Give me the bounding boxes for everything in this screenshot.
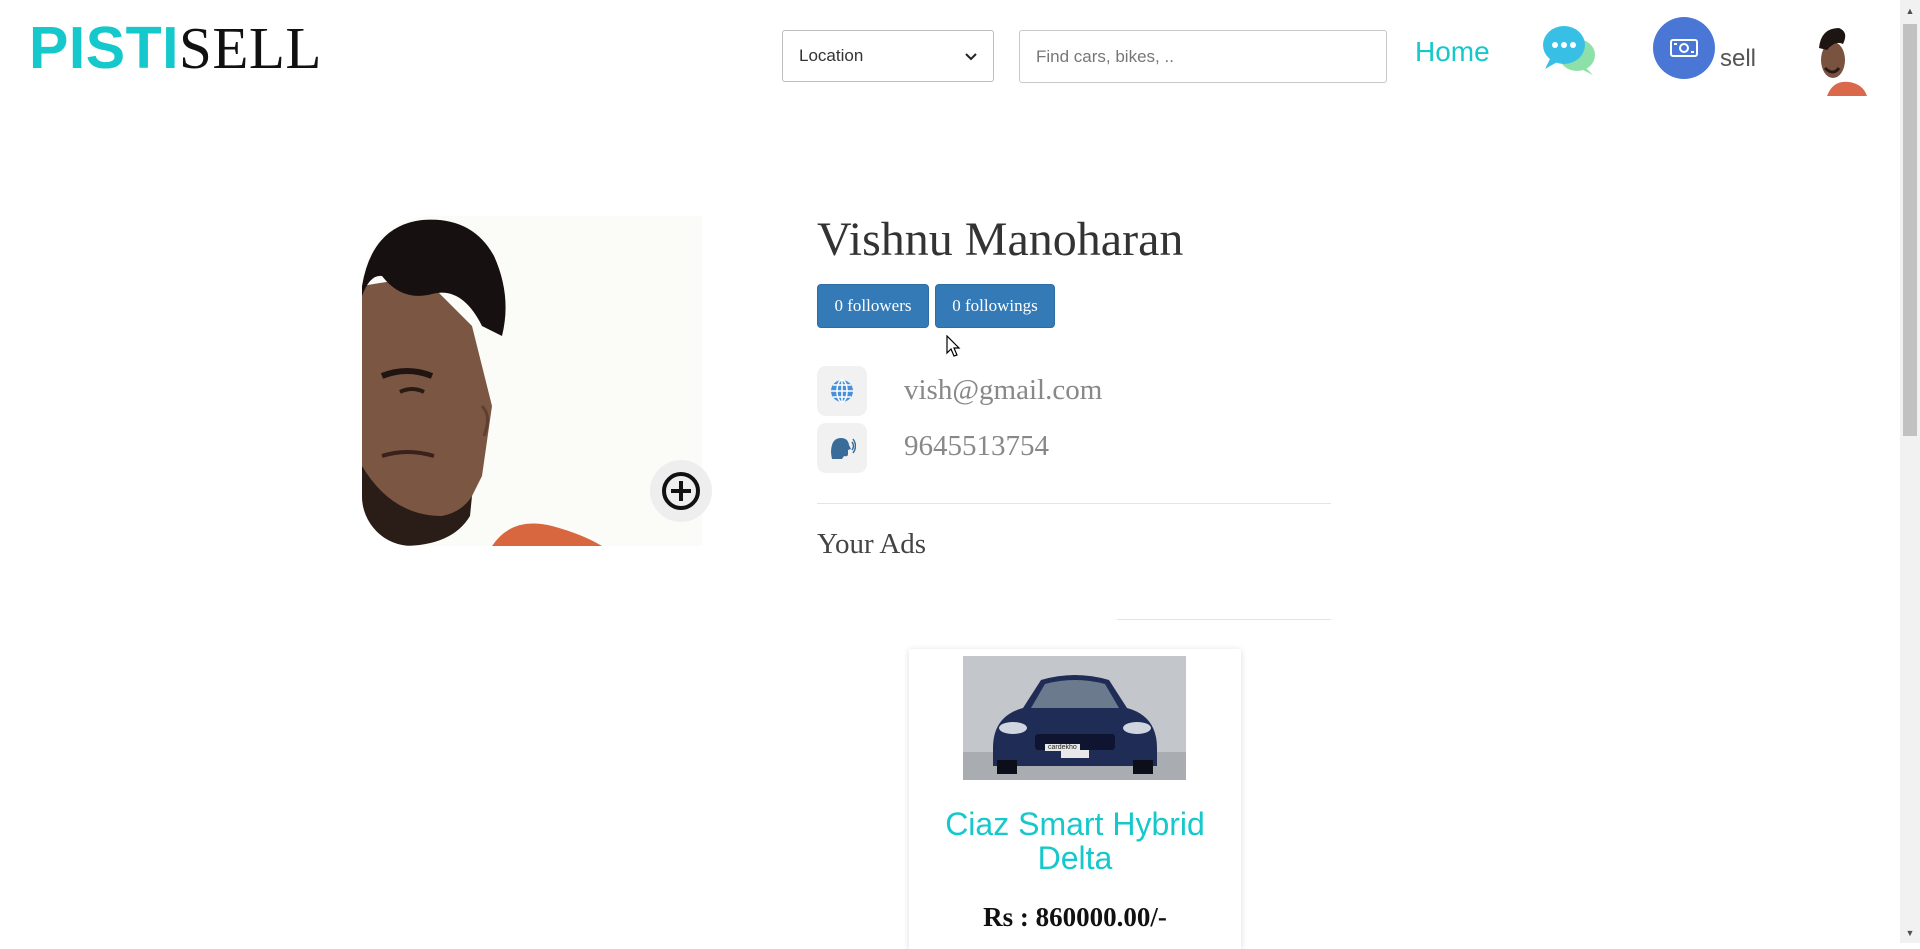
scroll-down-arrow[interactable]: ▼ — [1900, 924, 1920, 941]
sell-link[interactable]: sell — [1720, 45, 1756, 73]
search-input[interactable] — [1019, 30, 1387, 83]
home-link[interactable]: Home — [1415, 36, 1490, 68]
chat-bubbles-icon[interactable] — [1541, 23, 1599, 77]
ad-image-caption: cardekho — [1045, 744, 1080, 751]
divider-short — [1117, 619, 1331, 620]
mouse-cursor-icon — [946, 335, 961, 357]
scroll-up-arrow[interactable]: ▲ — [1900, 2, 1920, 19]
chevron-down-icon — [965, 48, 977, 64]
location-select-value: Location — [799, 46, 864, 65]
profile-phone: 9645513754 — [904, 430, 1049, 462]
ad-price: Rs : 860000.00/- — [983, 902, 1167, 932]
profile-email: vish@gmail.com — [904, 374, 1103, 406]
money-icon[interactable] — [1653, 17, 1715, 79]
ad-car-image: cardekho — [963, 656, 1186, 780]
ad-title[interactable]: Ciaz Smart Hybrid Delta — [909, 807, 1241, 875]
profile-name: Vishnu Manoharan — [817, 213, 1184, 266]
followers-button[interactable]: 0 followers — [817, 284, 929, 328]
top-navbar: PISTISELL Location Home sell — [0, 0, 1900, 110]
logo[interactable]: PISTISELL — [29, 16, 322, 80]
logo-part-sell: SELL — [179, 15, 322, 81]
your-ads-heading: Your Ads — [817, 528, 927, 560]
followings-button[interactable]: 0 followings — [935, 284, 1055, 328]
globe-icon — [817, 366, 867, 416]
ad-card[interactable]: cardekho Ciaz Smart Hybrid Delta Rs : 86… — [909, 649, 1241, 949]
location-select[interactable]: Location — [782, 30, 994, 82]
logo-part-brand: PISTI — [29, 15, 180, 81]
divider — [817, 503, 1331, 504]
speaking-head-icon — [817, 423, 867, 473]
scrollbar[interactable]: ▲ ▼ — [1900, 0, 1920, 943]
user-avatar[interactable] — [1805, 22, 1867, 96]
scroll-thumb[interactable] — [1903, 24, 1917, 436]
add-circle-icon[interactable] — [650, 460, 712, 522]
